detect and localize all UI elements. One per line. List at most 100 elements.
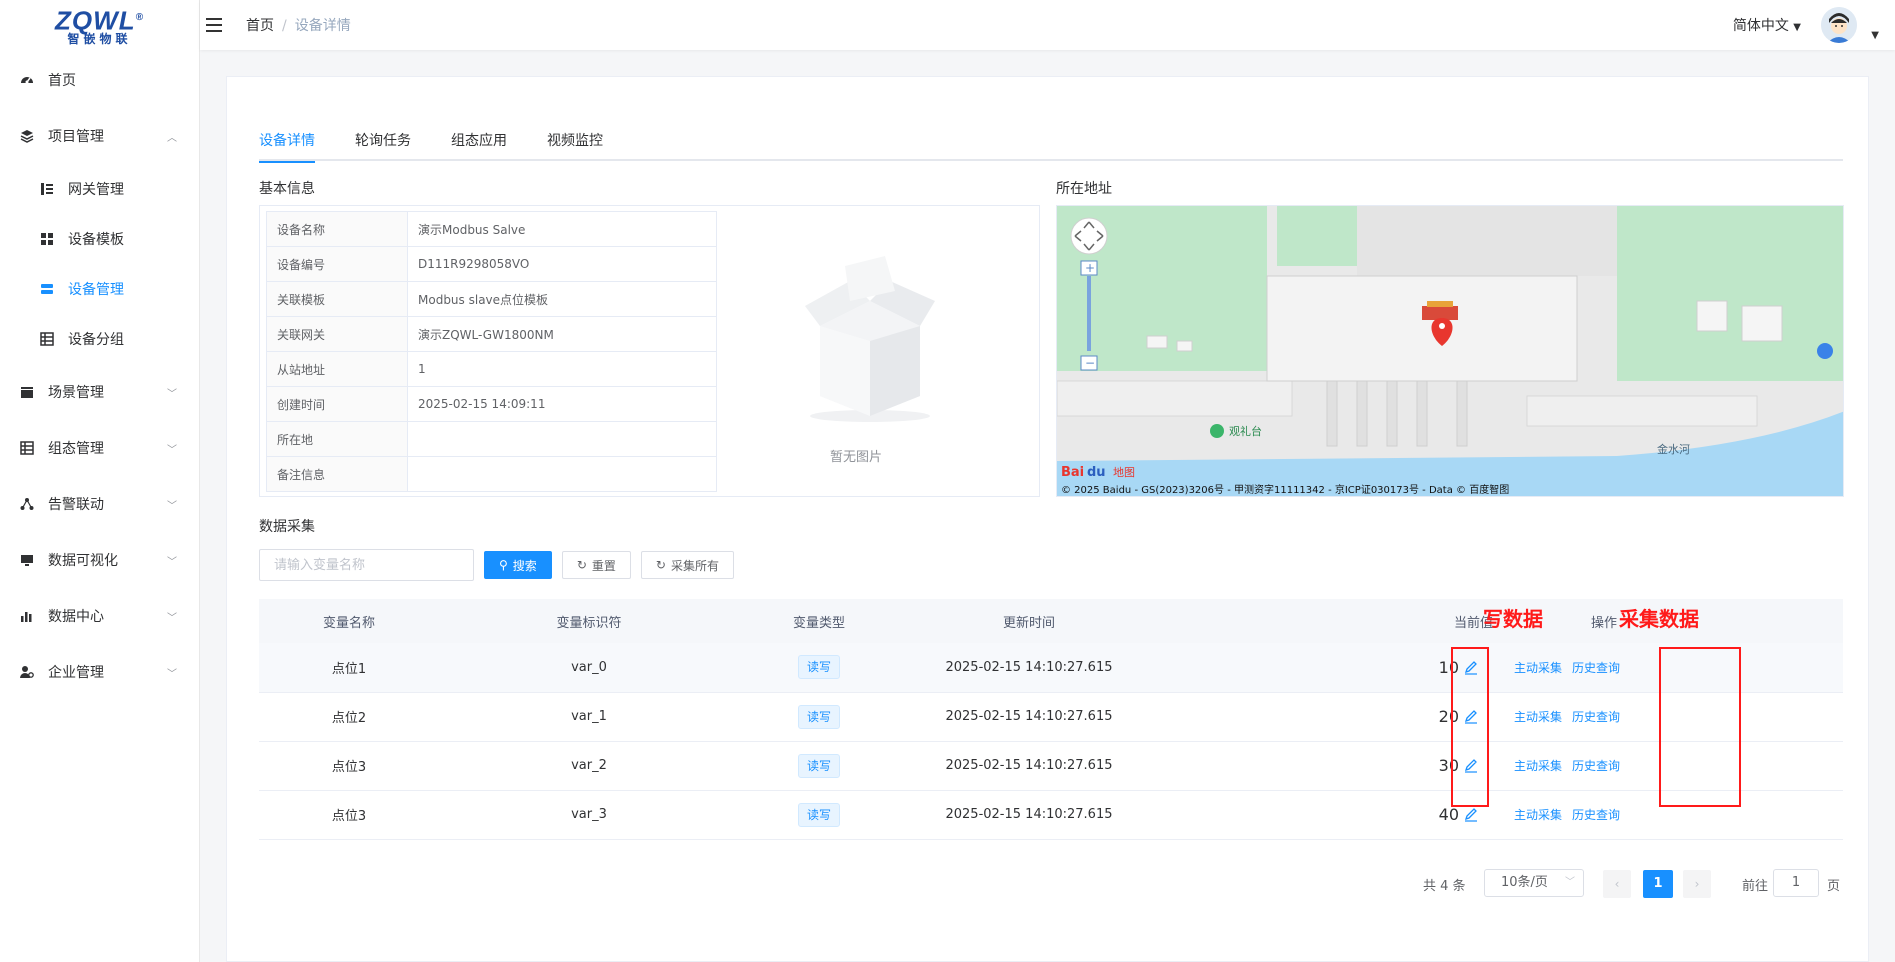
edit-icon[interactable] <box>1463 806 1479 822</box>
sidebar-item-data-center[interactable]: 数据中心 ﹀ <box>0 588 199 644</box>
cell-value: 20 <box>1159 692 1549 742</box>
cell-time: 2025-02-15 14:10:27.615 <box>899 692 1159 742</box>
sidebar-item-gateway[interactable]: 网关管理 <box>0 164 199 214</box>
page-size-select[interactable]: 10条/页 ﹀ <box>1484 869 1584 897</box>
empty-image-illustration <box>790 246 950 436</box>
sidebar-item-scene[interactable]: 场景管理 ﹀ <box>0 364 199 420</box>
search-icon: ⚲ <box>499 558 508 572</box>
info-key: 设备编号 <box>266 246 408 282</box>
history-query-link[interactable]: 历史查询 <box>1572 661 1620 675</box>
sidebar-item-device[interactable]: 设备管理 <box>0 264 199 314</box>
project-submenu: 网关管理 设备模板 设备管理 设备分组 <box>0 164 199 364</box>
next-page-button[interactable]: › <box>1683 870 1711 898</box>
cell-type: 读写 <box>739 741 899 791</box>
info-row: 从站地址 1 <box>266 351 717 387</box>
active-collect-link[interactable]: 主动采集 <box>1514 759 1562 773</box>
search-button[interactable]: ⚲ 搜索 <box>484 551 552 579</box>
refresh-icon: ↻ <box>576 558 587 572</box>
table-header-row: 变量名称 变量标识符 变量类型 更新时间 当前值 操作 <box>259 599 1843 643</box>
sidebar-item-label: 企业管理 <box>48 665 104 681</box>
goto-page-input[interactable]: 1 <box>1773 869 1819 897</box>
active-collect-link[interactable]: 主动采集 <box>1514 808 1562 822</box>
grid-icon <box>40 232 54 246</box>
info-row: 关联网关 演示ZQWL-GW1800NM <box>266 316 717 352</box>
cell-identifier: var_1 <box>439 692 739 742</box>
current-value: 40 <box>1438 805 1459 824</box>
info-key: 关联网关 <box>266 316 408 352</box>
sidebar-item-visualization[interactable]: 数据可视化 ﹀ <box>0 532 199 588</box>
history-query-link[interactable]: 历史查询 <box>1572 808 1620 822</box>
dashboard-icon <box>20 73 34 87</box>
variable-search-input[interactable] <box>259 549 474 581</box>
cell-type: 读写 <box>739 643 899 693</box>
info-value: D111R9298058VO <box>407 246 717 282</box>
logo-brand: ZQWL® <box>55 6 144 33</box>
page-number-current[interactable]: 1 <box>1643 870 1673 898</box>
tab-config-app[interactable]: 组态应用 <box>451 131 507 161</box>
avatar[interactable] <box>1821 7 1857 43</box>
tab-device-detail[interactable]: 设备详情 <box>259 131 315 163</box>
chevron-down-icon: ﹀ <box>167 668 177 680</box>
sidebar-item-alarm[interactable]: 告警联动 ﹀ <box>0 476 199 532</box>
basic-info-panel: 设备名称 演示Modbus Salve 设备编号 D111R9298058VO 关联… <box>259 205 1040 497</box>
chevron-down-icon: ﹀ <box>1565 877 1575 888</box>
sidebar-item-config[interactable]: 组态管理 ﹀ <box>0 420 199 476</box>
annotation-box-write <box>1451 647 1489 807</box>
sidebar-item-enterprise[interactable]: 企业管理 ﹀ <box>0 644 199 700</box>
sidebar-item-home[interactable]: 首页 <box>0 52 199 108</box>
cell-name: 点位2 <box>259 692 439 742</box>
info-key: 关联模板 <box>266 281 408 317</box>
caret-down-icon: ▼ <box>1793 22 1801 33</box>
table-row: 点位1 var_0 读写 2025-02-15 14:10:27.615 10 … <box>259 643 1843 693</box>
info-row: 关联模板 Modbus slave点位模板 <box>266 281 717 317</box>
tab-video-monitor[interactable]: 视频监控 <box>547 131 603 161</box>
cell-value: 30 <box>1159 741 1549 791</box>
location-map[interactable]: 金水河 观礼台 + − Bai du 地图 © 2025 Baidu - GS(… <box>1056 205 1844 497</box>
annotation-box-collect <box>1659 647 1741 807</box>
cell-identifier: var_2 <box>439 741 739 791</box>
breadcrumb-home[interactable]: 首页 <box>246 18 274 34</box>
search-label: 搜索 <box>512 558 537 573</box>
menu-toggle-icon[interactable] <box>206 18 222 32</box>
collect-all-button[interactable]: ↻ 采集所有 <box>640 551 734 579</box>
active-collect-link[interactable]: 主动采集 <box>1514 710 1562 724</box>
info-row: 创建时间 2025-02-15 14:09:11 <box>266 386 717 422</box>
map-copyright: © 2025 Baidu - GS(2023)3206号 - 甲测资字11111… <box>1061 483 1509 496</box>
active-collect-link[interactable]: 主动采集 <box>1514 661 1562 675</box>
collect-all-label: 采集所有 <box>670 558 719 573</box>
history-query-link[interactable]: 历史查询 <box>1572 759 1620 773</box>
data-toolbar: ⚲ 搜索 ↻ 重置 ↻ 采集所有 <box>259 549 734 581</box>
type-badge: 读写 <box>797 655 840 680</box>
reset-button[interactable]: ↻ 重置 <box>561 551 631 579</box>
list-icon <box>20 441 34 455</box>
info-row: 设备编号 D111R9298058VO <box>266 246 717 282</box>
info-value: 1 <box>407 351 717 387</box>
type-badge: 读写 <box>797 704 840 729</box>
history-query-link[interactable]: 历史查询 <box>1572 710 1620 724</box>
cell-time: 2025-02-15 14:10:27.615 <box>899 741 1159 791</box>
col-header: 变量标识符 <box>439 599 739 643</box>
language-select[interactable]: 简体中文 ▼ <box>1733 15 1801 35</box>
cell-value: 10 <box>1159 643 1549 693</box>
cell-name: 点位1 <box>259 643 439 693</box>
page-size-label: 10条/页 <box>1501 875 1548 890</box>
cell-identifier: var_3 <box>439 790 739 840</box>
goto-prefix: 前往 <box>1742 879 1769 894</box>
map-label-jinshuihe: 金水河 <box>1657 442 1690 456</box>
info-row: 设备名称 演示Modbus Salve <box>266 211 717 247</box>
prev-page-button[interactable]: ‹ <box>1603 870 1631 898</box>
sidebar-item-label: 场景管理 <box>48 385 104 401</box>
sidebar-item-device-group[interactable]: 设备分组 <box>0 314 199 364</box>
sidebar-item-project[interactable]: 项目管理 ︿ <box>0 108 199 164</box>
goto-suffix: 页 <box>1827 879 1841 894</box>
sidebar-item-label: 告警联动 <box>48 497 104 513</box>
sidebar-item-label: 设备分组 <box>68 332 124 348</box>
svg-text:−: − <box>1085 356 1095 370</box>
sidebar-item-label: 组态管理 <box>48 441 104 457</box>
data-collect-title: 数据采集 <box>259 519 315 535</box>
map-label-guanlitai: 观礼台 <box>1229 424 1262 438</box>
svg-text:Bai: Bai <box>1061 465 1084 480</box>
sidebar-item-template[interactable]: 设备模板 <box>0 214 199 264</box>
caret-down-icon[interactable]: ▼ <box>1871 30 1879 41</box>
tab-polling-task[interactable]: 轮询任务 <box>355 131 411 161</box>
